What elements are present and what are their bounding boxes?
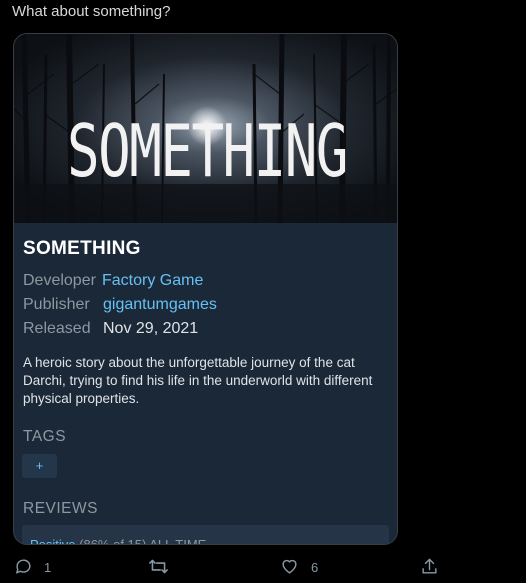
developer-link[interactable]: Factory Game <box>102 272 203 289</box>
retweet-icon <box>149 559 168 574</box>
game-description: A heroic story about the unforgettable j… <box>23 355 373 406</box>
reviews-heading: REVIEWS <box>23 500 98 517</box>
review-detail: (86% of 15) ALL TIME <box>75 537 207 545</box>
publisher-link[interactable]: gigantumgames <box>103 296 217 313</box>
review-text: Positive (86% of 15) ALL TIME <box>30 537 207 545</box>
tags-heading: TAGS <box>23 428 67 445</box>
banner-artwork: SOMETHING <box>14 34 397 223</box>
review-rating: Positive <box>30 537 76 545</box>
tweet-actions: 1 6 <box>0 555 526 583</box>
game-title[interactable]: SOMETHING <box>23 238 141 260</box>
reply-icon <box>16 559 31 574</box>
publisher-label: Publisher <box>23 296 90 313</box>
tweet-text: What about something? <box>12 3 171 20</box>
steam-game-card[interactable]: SOMETHING SOMETHING Developer Factory Gam… <box>13 33 398 545</box>
publisher-row: Publisher gigantumgames <box>23 296 217 314</box>
developer-row: Developer Factory Game <box>23 272 203 290</box>
banner-title-text: SOMETHING <box>67 109 347 193</box>
share-icon <box>422 558 437 574</box>
heart-icon <box>282 559 297 574</box>
released-label: Released <box>23 320 91 337</box>
review-summary[interactable]: Positive (86% of 15) ALL TIME <box>22 525 389 545</box>
developer-label: Developer <box>23 272 96 289</box>
release-date: Nov 29, 2021 <box>103 320 199 337</box>
like-count: 6 <box>311 560 319 575</box>
release-row: Released Nov 29, 2021 <box>23 320 198 338</box>
reply-count: 1 <box>44 560 52 575</box>
game-banner-image[interactable]: SOMETHING <box>14 34 397 223</box>
add-tag-button[interactable]: + <box>22 454 57 478</box>
